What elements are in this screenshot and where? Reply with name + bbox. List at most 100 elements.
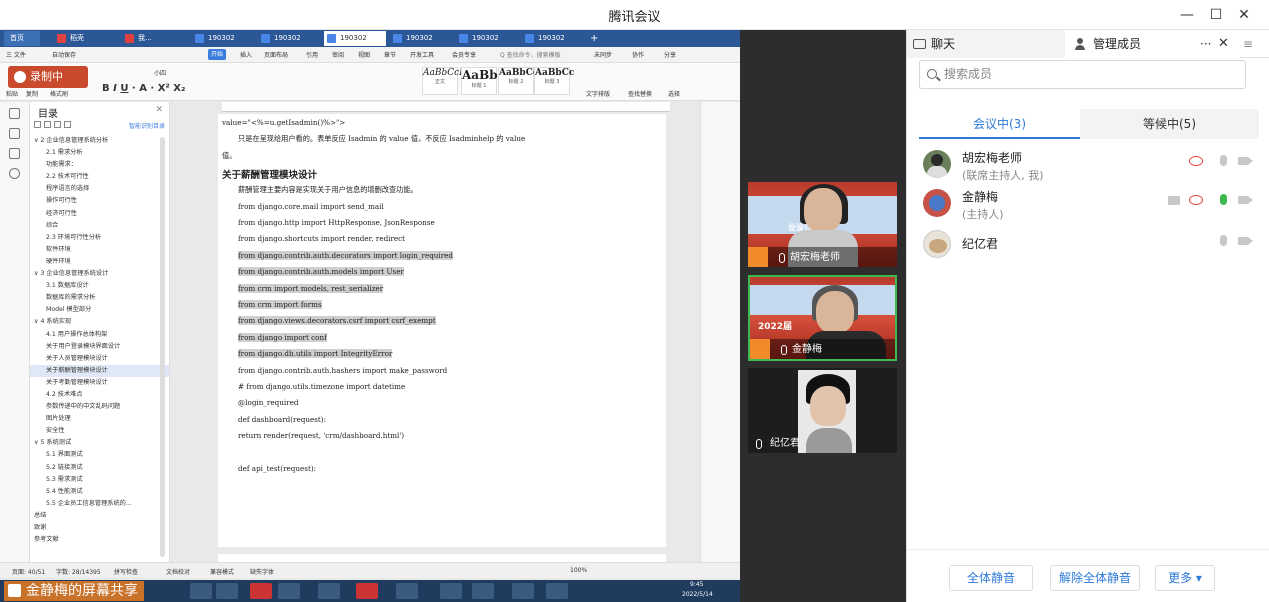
copy-button: 复制	[26, 91, 39, 98]
tab-home: 首页	[4, 31, 40, 46]
doc-line: def api_test(request):	[238, 464, 317, 473]
compat-mode: 兼容模式	[210, 569, 235, 576]
video-tile-active-speaker[interactable]: 2022届 金静梅	[748, 275, 897, 361]
toc-item: 参数传递中的中文乱码问题	[46, 403, 121, 411]
menu-file: 三 文件	[6, 52, 26, 59]
toc-scrollbar	[160, 137, 165, 557]
wps-tab-bar: 首页 稻壳 我... 190302 190302 190302 190302 1…	[0, 30, 740, 47]
mic-icon[interactable]	[1220, 155, 1227, 166]
word-icon	[525, 34, 534, 43]
mic-icon[interactable]	[1220, 235, 1227, 246]
mic-icon	[781, 345, 787, 355]
avatar	[923, 189, 951, 217]
toc-item: 综合	[46, 221, 59, 229]
video-tile[interactable]: 纪亿君	[748, 368, 897, 453]
member-row[interactable]: 金静梅 (主持人)	[923, 185, 1253, 225]
docer-icon	[57, 34, 66, 43]
document-area: value="<%=u.getIsadmin()%>"> 只是在呈现给用户看的。表…	[170, 102, 700, 562]
toc-item: ∨ 4 系统实现	[34, 318, 72, 326]
doc-line: from django.views.decorators.csrf import…	[238, 316, 436, 326]
menu-unsynced: 未同步	[594, 52, 613, 59]
banner-text: 2022届	[758, 322, 793, 332]
toc-item: 5.2 链接测试	[46, 463, 83, 471]
members-panel: 聊天 管理成员 ··· ✕ ≡ 搜索成员 会议中(3) 等候中(5) 胡宏梅老师	[906, 30, 1269, 602]
recording-indicator: 录制中	[8, 66, 88, 88]
screen-share-label[interactable]: 金静梅的屏幕共享	[4, 581, 144, 601]
recording-label: 录制中	[30, 70, 63, 83]
toc-pane: 目录 ✕ 智能识别目录 ∨ 2 企业信息管理系统分析 2.1 需求分析 功能需求： 2…	[30, 102, 170, 562]
toc-item: 关于考勤管理模块设计	[46, 378, 108, 386]
chapter-icon	[9, 128, 20, 139]
tab-manage-members[interactable]: 管理成员	[1065, 30, 1240, 58]
tab-waiting-room[interactable]: 等候中(5)	[1080, 109, 1259, 139]
taskbar-app	[472, 583, 494, 599]
panel-close-button[interactable]: ✕	[1218, 30, 1229, 58]
camera-icon[interactable]	[1238, 237, 1253, 245]
tab-doc: 190302	[456, 31, 518, 46]
mic-icon	[756, 439, 762, 449]
toc-item: 关于用户登录模块界面设计	[46, 342, 121, 350]
more-button[interactable]: 更多 ▾	[1155, 565, 1215, 591]
title-bar: 腾讯会议 — ☐ ✕	[0, 0, 1269, 30]
tab-label: 稻壳	[70, 34, 84, 42]
style-heading2: AaBbCcI 标题 2	[498, 67, 543, 95]
toc-item: 图片处理	[46, 415, 71, 423]
toc-item: 2.2 技术可行性	[46, 173, 89, 181]
camera-icon[interactable]	[1238, 196, 1253, 204]
tab-doc: 190302	[258, 31, 320, 46]
search-icon	[9, 168, 20, 179]
mute-all-button[interactable]: 全体静音	[949, 565, 1033, 591]
taskbar-app	[440, 583, 462, 599]
unmute-all-button[interactable]: 解除全体静音	[1050, 565, 1140, 591]
taskbar-date: 2022/5/14	[682, 591, 713, 598]
paste-button: 粘贴	[6, 91, 19, 98]
tab-docer: 稻壳	[54, 31, 104, 46]
camera-icon[interactable]	[1238, 157, 1253, 165]
style-name: 正文	[434, 79, 445, 85]
doc-line: from crm import forms	[238, 300, 322, 309]
member-search-input[interactable]: 搜索成员	[919, 60, 1246, 89]
mic-active-icon[interactable]	[1220, 194, 1227, 205]
record-icon	[14, 71, 26, 83]
tab-doc: 190302	[390, 31, 452, 46]
missing-font: 缺失字体	[250, 569, 275, 576]
mic-icon	[779, 253, 785, 263]
person-face	[810, 386, 846, 426]
member-status-tabs: 会议中(3) 等候中(5)	[919, 109, 1259, 139]
toc-close-icon: ✕	[155, 105, 163, 115]
style-name: 标题 1	[471, 83, 487, 89]
toc-title: 目录	[38, 109, 58, 120]
panel-menu-button[interactable]: ≡	[1243, 30, 1253, 58]
member-row[interactable]: 胡宏梅老师 (联席主持人, 我)	[923, 146, 1253, 186]
more-options-button[interactable]: ···	[1200, 30, 1211, 58]
menu-collab: 协作	[632, 52, 645, 59]
taskbar-app	[278, 583, 300, 599]
style-normal: AaBbCcI 正文	[422, 67, 463, 95]
person-face	[816, 291, 854, 333]
tab-label: 我...	[138, 34, 152, 42]
video-tile[interactable]: 业设计答辩 胡宏梅老师	[748, 182, 897, 267]
minimize-button[interactable]: —	[1174, 4, 1200, 26]
tab-label: 190302	[406, 34, 433, 42]
doc-line: @login_required	[238, 398, 299, 408]
maximize-button[interactable]: ☐	[1203, 4, 1229, 26]
window-title: 腾讯会议	[608, 10, 661, 25]
user-badge-icon	[750, 339, 770, 359]
member-row[interactable]: 纪亿君	[923, 226, 1253, 266]
tab-in-meeting[interactable]: 会议中(3)	[919, 109, 1080, 139]
taskbar-app	[396, 583, 418, 599]
doc-line: from django.core.mail import send_mail	[238, 201, 384, 211]
tab-chat[interactable]: 聊天	[907, 30, 1065, 58]
record-icon	[1189, 156, 1203, 166]
tab-doc: 190302	[522, 31, 584, 46]
doc-line: from django.contrib.auth.models import U…	[238, 267, 404, 277]
wps-status-bar: 页面: 40/51 字数: 28/14395 拼写检查 文档校对 兼容模式 缺失…	[0, 562, 740, 578]
person-body	[806, 428, 852, 453]
bookmark-icon	[9, 148, 20, 159]
taskbar-app	[190, 583, 212, 599]
toc-item: 3.1 数据库设计	[46, 282, 89, 290]
select-button: 选择	[668, 91, 681, 98]
close-button[interactable]: ✕	[1231, 4, 1257, 26]
page-indicator: 页面: 40/51	[12, 569, 46, 576]
member-name: 纪亿君	[962, 237, 999, 251]
